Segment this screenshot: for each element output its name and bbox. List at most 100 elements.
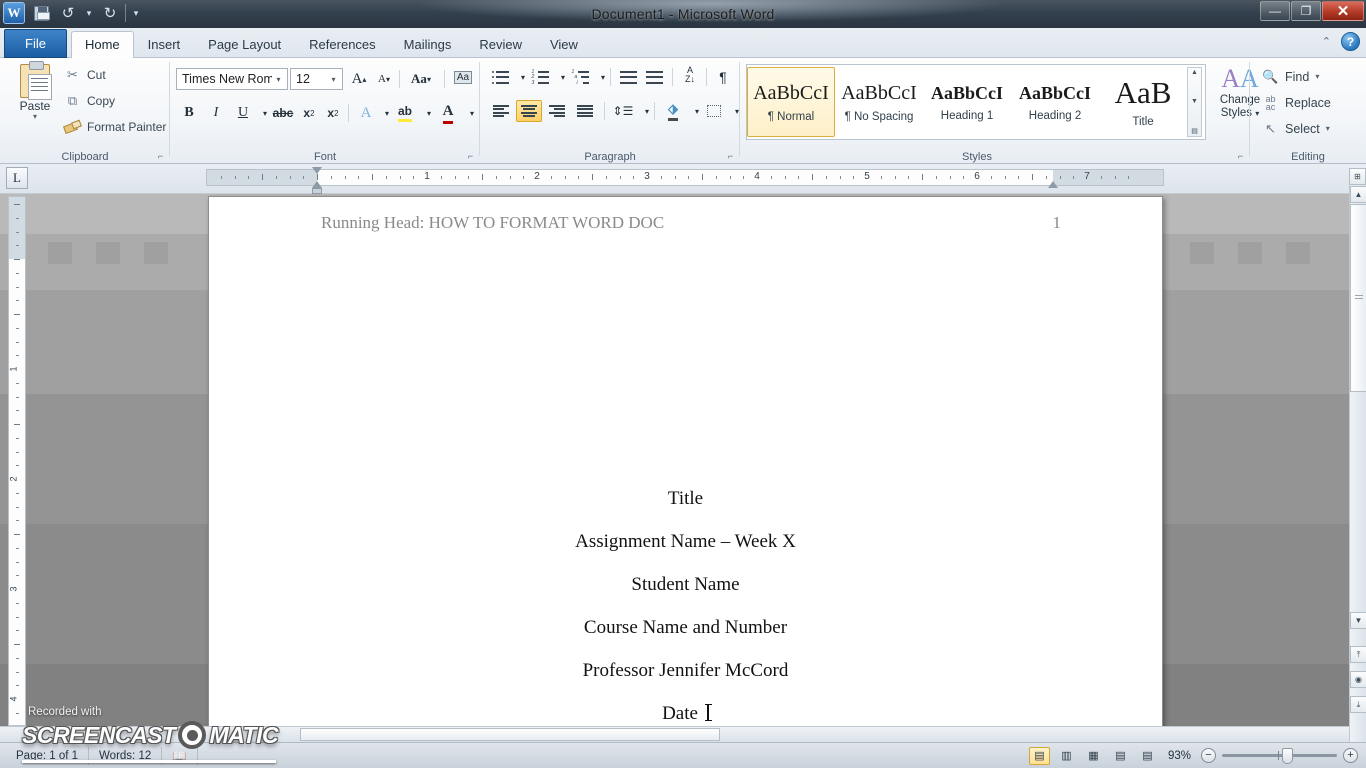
help-button[interactable]: ?	[1341, 32, 1360, 51]
select-browse-object-button[interactable]: ⊞	[1349, 168, 1366, 185]
copy-button[interactable]: ⧉ Copy	[64, 92, 115, 109]
grow-font-button[interactable]: A ▴	[348, 68, 370, 90]
clear-formatting-button[interactable]: Aa	[450, 66, 476, 88]
tab-references[interactable]: References	[295, 31, 389, 58]
justify-button[interactable]	[572, 100, 598, 122]
decrease-indent-button[interactable]	[616, 66, 640, 88]
highlight-color-button[interactable]: ab	[392, 100, 418, 122]
increase-indent-button[interactable]	[642, 66, 666, 88]
shrink-font-button[interactable]: A ▾	[373, 68, 395, 90]
undo-dropdown[interactable]: ▾	[83, 1, 95, 25]
style-no-spacing[interactable]: AaBbCcI ¶ No Spacing	[835, 67, 923, 137]
style-normal[interactable]: AaBbCcI ¶ Normal	[747, 67, 835, 137]
horizontal-scroll-thumb[interactable]	[300, 728, 720, 741]
subscript-button[interactable]: x2	[298, 102, 320, 124]
document-page[interactable]: Running Head: HOW TO FORMAT WORD DOC 1 T…	[208, 196, 1163, 742]
document-header[interactable]: Running Head: HOW TO FORMAT WORD DOC 1	[321, 213, 1061, 233]
align-left-button[interactable]	[488, 100, 514, 122]
cut-button[interactable]: ✂ Cut	[64, 66, 106, 83]
paragraph-dialog-launcher[interactable]: ⌐	[725, 151, 736, 162]
tab-home[interactable]: Home	[70, 31, 134, 59]
paste-button[interactable]: Paste ▾	[8, 61, 62, 140]
multilevel-list-button[interactable]: 1ai	[568, 66, 592, 88]
style-heading-2[interactable]: AaBbCcI Heading 2	[1011, 67, 1099, 137]
scroll-up-icon[interactable]: ▲	[1191, 69, 1198, 76]
horizontal-ruler[interactable]: 1 2 3 4 5 6 7	[206, 167, 1164, 194]
format-painter-button[interactable]: Format Painter	[64, 118, 166, 135]
styles-gallery-scroll[interactable]: ▲ ▼ ▤	[1187, 67, 1202, 137]
word-count-indicator[interactable]: Words: 12	[89, 746, 163, 765]
collapse-ribbon-icon[interactable]: ⌃	[1322, 35, 1331, 48]
change-case-button[interactable]: Aa ▾	[404, 68, 438, 90]
borders-button[interactable]	[702, 100, 726, 122]
vertical-scroll-thumb[interactable]	[1350, 204, 1366, 392]
scroll-up-button[interactable]: ▲	[1350, 186, 1366, 203]
tab-insert[interactable]: Insert	[134, 31, 195, 58]
text-effects-button[interactable]: A	[354, 102, 378, 124]
horizontal-scrollbar[interactable]	[0, 726, 1349, 742]
customize-qat-button[interactable]: ▾	[129, 1, 143, 25]
redo-button[interactable]: ↻	[98, 1, 122, 25]
minimize-button[interactable]: —	[1260, 1, 1290, 21]
underline-button[interactable]: U	[232, 102, 254, 124]
tab-mailings[interactable]: Mailings	[390, 31, 466, 58]
first-line-indent-marker[interactable]	[312, 167, 322, 174]
view-outline-button[interactable]: ▤	[1110, 747, 1131, 765]
styles-dialog-launcher[interactable]: ⌐	[1235, 151, 1246, 162]
word-logo-button[interactable]: W	[2, 1, 26, 25]
view-web-layout-button[interactable]: ▦	[1083, 747, 1104, 765]
scroll-down-icon[interactable]: ▼	[1191, 98, 1198, 105]
select-button[interactable]: ↖ Select ▾	[1262, 120, 1330, 137]
align-right-button[interactable]	[544, 100, 570, 122]
tab-view[interactable]: View	[536, 31, 592, 58]
zoom-slider-thumb[interactable]	[1282, 747, 1293, 764]
bullets-button[interactable]	[488, 66, 512, 88]
superscript-button[interactable]: x2	[322, 102, 344, 124]
font-color-button[interactable]: A	[435, 100, 461, 124]
replace-button[interactable]: ab ac Replace	[1262, 94, 1330, 111]
style-heading-1[interactable]: AaBbCcI Heading 1	[923, 67, 1011, 137]
right-indent-marker[interactable]	[1048, 181, 1058, 188]
page-indicator[interactable]: Page: 1 of 1	[6, 746, 90, 765]
tab-stop-selector[interactable]: L	[6, 167, 28, 189]
undo-button[interactable]: ↺	[56, 1, 80, 25]
show-formatting-marks-button[interactable]: ¶	[712, 66, 734, 88]
browse-object-button[interactable]: ◉	[1350, 671, 1366, 688]
vertical-ruler[interactable]: 1 2 3 4	[8, 196, 26, 726]
align-center-button[interactable]	[516, 100, 542, 122]
numbering-button[interactable]: 123	[528, 66, 552, 88]
font-name-combobox[interactable]: Times New Roma ▾	[176, 68, 288, 90]
scroll-down-button[interactable]: ▼	[1350, 612, 1366, 629]
save-button[interactable]	[29, 1, 53, 25]
tab-page-layout[interactable]: Page Layout	[194, 31, 295, 58]
italic-button[interactable]: I	[205, 102, 227, 124]
styles-more-icon[interactable]: ▤	[1191, 127, 1198, 135]
find-button[interactable]: 🔍 Find ▾	[1262, 68, 1319, 85]
tab-review[interactable]: Review	[465, 31, 536, 58]
sort-button[interactable]: A Z↓	[678, 64, 702, 86]
bold-button[interactable]: B	[178, 102, 200, 124]
font-size-combobox[interactable]: 12 ▾	[290, 68, 343, 90]
strikethrough-button[interactable]: abc	[270, 102, 296, 124]
zoom-in-button[interactable]: +	[1343, 748, 1358, 763]
chevron-down-icon[interactable]: ▾	[33, 113, 37, 121]
zoom-level-label[interactable]: 93%	[1164, 750, 1195, 762]
restore-button[interactable]: ❐	[1291, 1, 1321, 21]
hanging-indent-marker[interactable]	[312, 181, 322, 188]
zoom-slider[interactable]	[1222, 747, 1337, 764]
next-page-button[interactable]: ⤓	[1350, 696, 1366, 713]
vertical-scrollbar[interactable]: ⊞ ▲ ▼ ⤒ ◉ ⤓	[1349, 168, 1366, 742]
document-body[interactable]: Title Assignment Name – Week X Student N…	[209, 477, 1162, 735]
previous-page-button[interactable]: ⤒	[1350, 646, 1366, 663]
zoom-out-button[interactable]: −	[1201, 748, 1216, 763]
shading-button[interactable]: ⬗	[660, 98, 686, 121]
clipboard-dialog-launcher[interactable]: ⌐	[155, 151, 166, 162]
view-full-screen-reading-button[interactable]: ▥	[1056, 747, 1077, 765]
style-title[interactable]: AaB Title	[1099, 67, 1187, 137]
view-draft-button[interactable]: ▤	[1137, 747, 1158, 765]
font-dialog-launcher[interactable]: ⌐	[465, 151, 476, 162]
close-button[interactable]: ✕	[1322, 1, 1364, 21]
line-spacing-button[interactable]: ⇕☰	[610, 100, 636, 122]
view-print-layout-button[interactable]: ▤	[1028, 746, 1050, 765]
tab-file[interactable]: File	[4, 29, 67, 58]
